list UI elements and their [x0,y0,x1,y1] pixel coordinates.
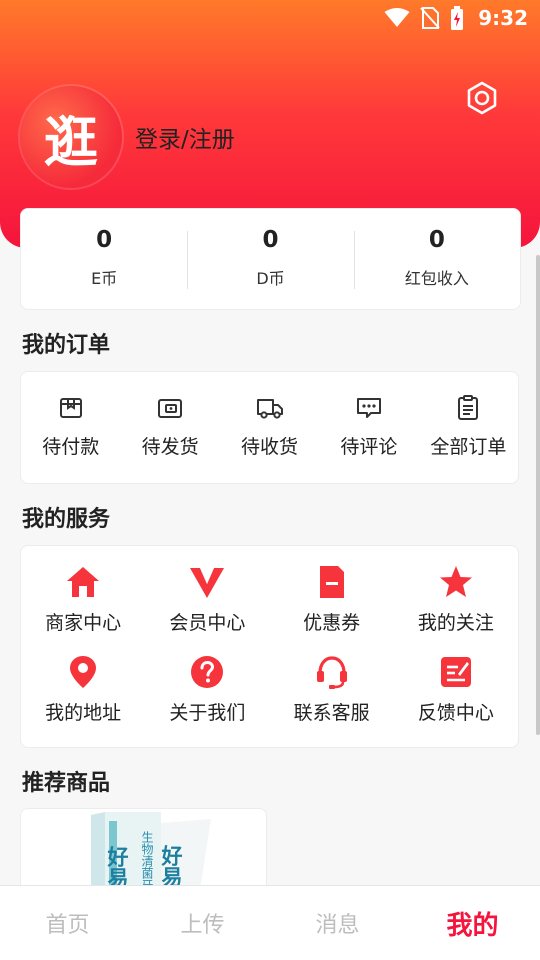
coupon-icon [319,566,344,598]
order-label: 全部订单 [430,436,507,458]
order-pending-shipment[interactable]: 待发货 [120,372,219,483]
orders-card: 待付款 待发货 待收货 待评论 全部订单 [20,371,519,484]
stat-e-coin[interactable]: 0 E币 [21,209,187,309]
service-feedback-center[interactable]: 反馈中心 [394,654,518,744]
no-sim-icon [420,7,440,29]
tab-mine[interactable]: 我的 [405,886,540,960]
service-label: 会员中心 [169,612,246,634]
service-my-follows[interactable]: 我的关注 [394,564,518,654]
order-all[interactable]: 全部订单 [419,372,518,483]
status-bar: 9:32 [0,0,540,36]
service-label: 商家中心 [45,612,122,634]
order-pending-payment[interactable]: 待付款 [21,372,120,483]
location-pin-icon [70,656,97,688]
service-label: 反馈中心 [417,702,494,724]
stat-label: D币 [256,269,285,288]
order-label: 待评论 [340,436,398,458]
service-coupons[interactable]: 优惠券 [270,564,394,654]
service-label: 关于我们 [169,702,246,724]
avatar[interactable]: 逛 [20,86,122,188]
order-label: 待发货 [141,436,199,458]
login-register-link[interactable]: 登录/注册 [135,120,235,154]
service-about-us[interactable]: 关于我们 [145,654,269,744]
avatar-logo: 逛 [44,110,98,174]
wallet-bag-icon [59,398,82,418]
stats-card: 0 E币 0 D币 0 红包收入 [20,208,521,310]
stat-d-coin[interactable]: 0 D币 [187,209,353,309]
question-circle-icon [191,656,224,688]
headset-icon [316,656,347,689]
scrollbar[interactable] [536,255,540,735]
service-member-center[interactable]: 会员中心 [145,564,269,654]
tab-home[interactable]: 首页 [0,886,135,960]
order-label: 待收货 [241,436,299,458]
v-badge-icon [190,568,225,598]
orders-section-title: 我的订单 [22,333,111,358]
feedback-edit-icon [440,657,471,687]
package-box-icon [158,399,183,418]
battery-charging-icon [451,6,464,30]
order-pending-receipt[interactable]: 待收货 [220,372,319,483]
order-pending-review[interactable]: 待评论 [319,372,418,483]
service-customer-support[interactable]: 联系客服 [270,654,394,744]
recommended-section-title: 推荐商品 [22,771,111,796]
status-time: 9:32 [478,6,528,30]
services-section-title: 我的服务 [22,507,111,532]
stat-value: 0 [428,227,445,253]
settings-hexagon-icon [467,81,497,115]
service-merchant-center[interactable]: 商家中心 [21,564,145,654]
stat-label: E币 [91,269,118,288]
delivery-truck-icon [256,399,283,419]
stat-label: 红包收入 [404,269,469,288]
service-label: 优惠券 [303,612,361,634]
service-label: 我的地址 [45,702,122,724]
stat-value: 0 [262,227,279,253]
comment-bubble-icon [356,398,381,418]
settings-button[interactable] [462,78,502,118]
service-label: 联系客服 [293,702,370,724]
wifi-icon [384,8,410,27]
services-card: 商家中心 会员中心 优惠券 我的关注 我的地址 关于我们 联系客服 反馈中心 [20,545,519,748]
tab-upload[interactable]: 上传 [135,886,270,960]
tab-messages[interactable]: 消息 [270,886,405,960]
clipboard-list-icon [458,395,479,420]
stat-red-packet[interactable]: 0 红包收入 [353,209,520,309]
star-icon [439,566,472,597]
stat-value: 0 [96,227,113,253]
house-icon [67,567,100,597]
service-label: 我的关注 [417,612,494,634]
service-my-address[interactable]: 我的地址 [21,654,145,744]
bottom-nav: 首页 上传 消息 我的 [0,885,540,960]
order-label: 待付款 [42,436,100,458]
